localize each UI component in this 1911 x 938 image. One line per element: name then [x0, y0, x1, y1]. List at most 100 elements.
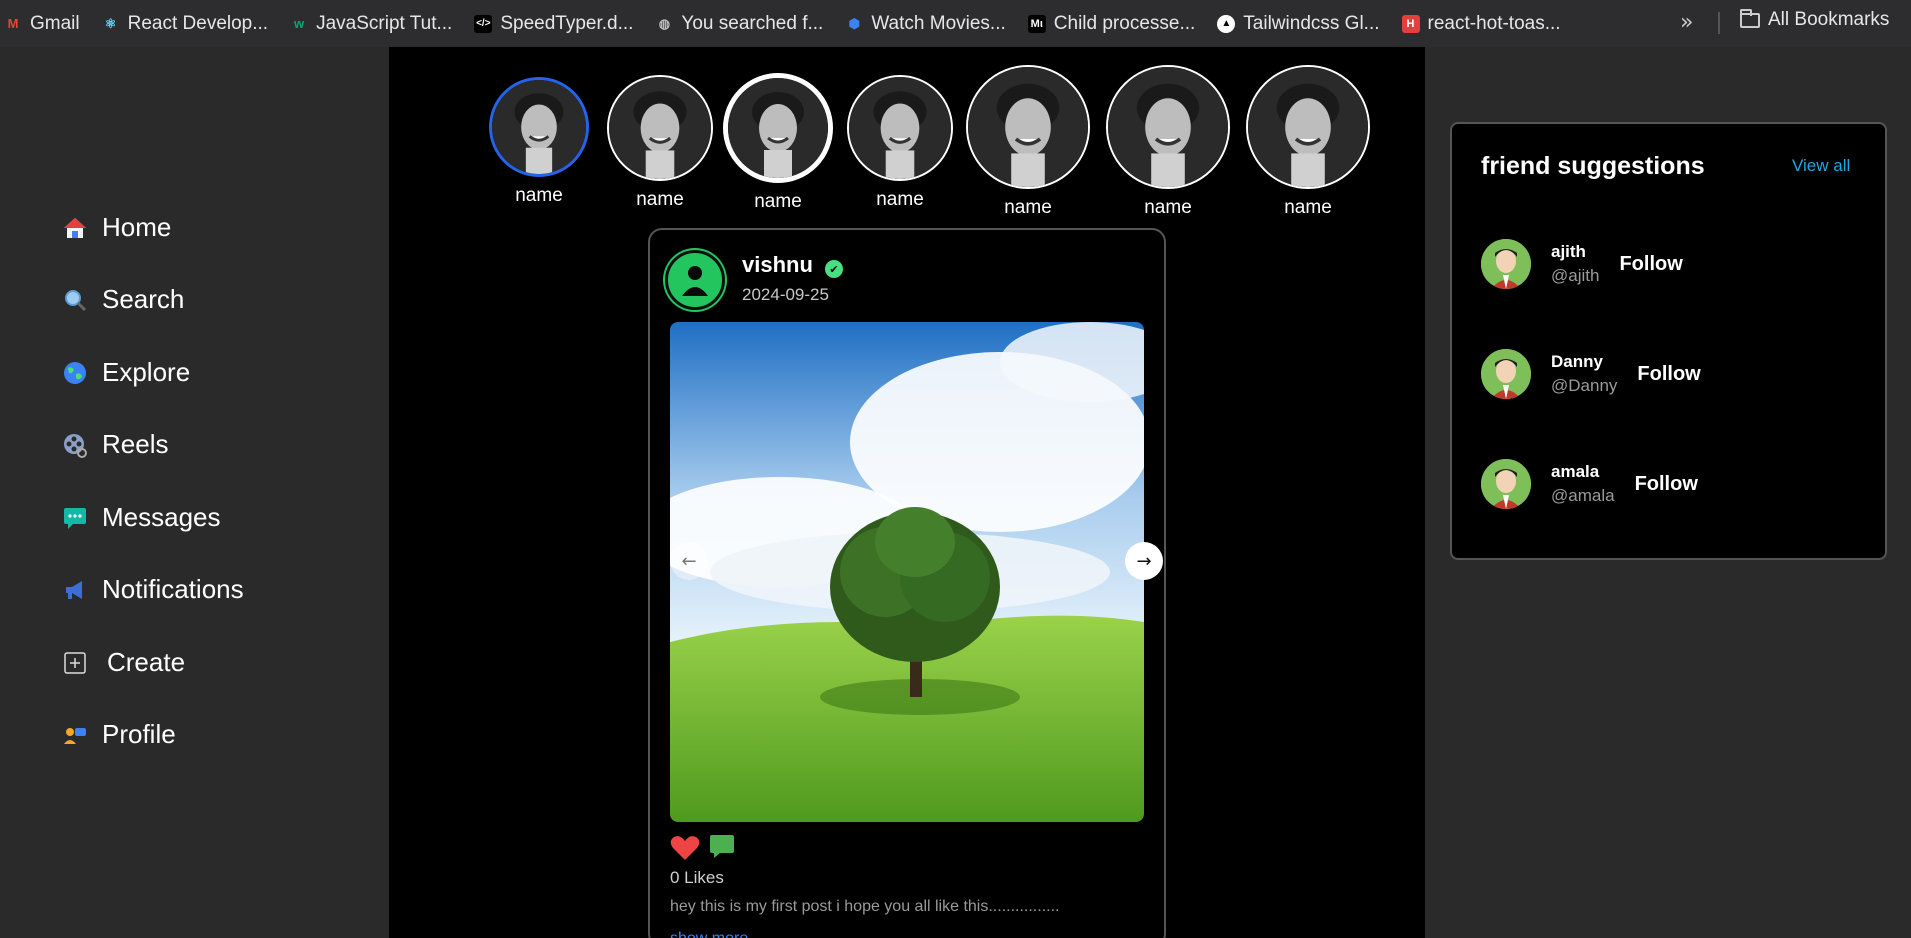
bookmark-gmail[interactable]: M Gmail	[4, 13, 80, 35]
suggestion-info: amala @amala	[1551, 462, 1615, 506]
post-username[interactable]: vishnu	[742, 252, 813, 278]
bookmark-label: react-hot-toas...	[1427, 12, 1561, 34]
carousel-prev-button[interactable]: ←	[670, 542, 708, 580]
story-name: name	[515, 185, 563, 206]
megaphone-icon	[62, 577, 88, 603]
suggestion-name: amala	[1551, 462, 1600, 481]
story-name: name	[876, 189, 924, 210]
story[interactable]: name	[1246, 65, 1370, 219]
bookmark-javascript[interactable]: w JavaScript Tut...	[290, 13, 452, 35]
suggestion-handle: @ajith	[1551, 266, 1600, 285]
comment-icon[interactable]	[708, 832, 736, 864]
avatar[interactable]	[1481, 459, 1531, 509]
story-name: name	[754, 191, 802, 212]
follow-button[interactable]: Follow	[1637, 363, 1700, 386]
sidebar-item-profile[interactable]: Profile	[62, 719, 176, 750]
bookmark-label: React Develop...	[127, 12, 269, 34]
sidebar-item-explore[interactable]: Explore	[62, 357, 190, 388]
search-icon	[62, 287, 88, 313]
bookmark-label: Watch Movies...	[871, 12, 1006, 34]
story-avatar	[966, 65, 1090, 189]
story-avatar	[1106, 65, 1230, 189]
medium-icon: Mι	[1027, 14, 1046, 33]
all-bookmarks-label: All Bookmarks	[1768, 9, 1890, 30]
bookmark-tailwind[interactable]: ▲ Tailwindcss Gl...	[1217, 12, 1380, 35]
film-reel-icon	[62, 432, 88, 458]
sidebar-item-search[interactable]: Search	[62, 284, 184, 315]
post-date: 2024-09-25	[742, 285, 829, 304]
bookmark-label: Child processe...	[1053, 12, 1196, 34]
bookmark-react[interactable]: ⚛ React Develop...	[102, 13, 268, 35]
post-author-avatar[interactable]	[665, 250, 725, 310]
sidebar-item-reels[interactable]: Reels	[62, 429, 168, 460]
bookmark-label: You searched f...	[681, 12, 824, 34]
bookmark-label: JavaScript Tut...	[316, 12, 453, 34]
story-avatar	[607, 75, 713, 181]
bookmark-label: SpeedTyper.d...	[500, 12, 634, 34]
bookmark-label: Tailwindcss Gl...	[1243, 12, 1380, 34]
like-heart-icon[interactable]	[670, 835, 700, 865]
friend-suggestions-card: friend suggestions View all ajith @ajith…	[1450, 122, 1887, 560]
sidebar-item-label: Search	[102, 284, 185, 314]
bookmark-label: Gmail	[30, 12, 80, 34]
story[interactable]: name	[723, 73, 833, 213]
feed: name name name name name name name vishn…	[389, 47, 1425, 938]
story[interactable]: name	[1106, 65, 1230, 219]
hot-toast-icon: H	[1401, 14, 1420, 33]
arrow-right-icon: →	[1136, 550, 1152, 572]
story-name: name	[636, 189, 684, 210]
story[interactable]: name	[847, 75, 953, 211]
suggestion-name: ajith	[1551, 242, 1586, 261]
sidebar-item-messages[interactable]: Messages	[62, 502, 221, 533]
folder-icon	[1740, 8, 1760, 28]
post-caption: hey this is my first post i hope you all…	[670, 898, 1060, 915]
show-more-link[interactable]: show more	[670, 930, 748, 938]
right-panel: friend suggestions View all ajith @ajith…	[1425, 47, 1911, 938]
post-image[interactable]	[670, 322, 1144, 822]
suggestion-info: ajith @ajith	[1551, 242, 1599, 286]
bookmark-child-processes[interactable]: Mι Child processe...	[1027, 12, 1196, 35]
more-bookmarks-button[interactable]: »	[1680, 10, 1693, 35]
avatar[interactable]	[1481, 349, 1531, 399]
suggestion-row: Danny @Danny Follow	[1481, 349, 1701, 399]
bookmark-search[interactable]: ◍ You searched f...	[655, 12, 824, 35]
code-icon: </>	[474, 14, 493, 33]
suggestion-handle: @amala	[1551, 486, 1615, 505]
arrow-left-icon: ←	[681, 550, 697, 572]
friend-suggestions-title: friend suggestions	[1481, 152, 1705, 180]
sidebar-item-notifications[interactable]: Notifications	[62, 574, 244, 605]
avatar[interactable]	[1481, 239, 1531, 289]
globe-icon: ◍	[658, 15, 671, 31]
sidebar-item-label: Reels	[102, 429, 169, 459]
bookmark-movies[interactable]: ⬢ Watch Movies...	[845, 12, 1006, 35]
chat-icon	[62, 505, 88, 531]
story[interactable]: name	[966, 65, 1090, 219]
verified-badge-icon: ✔	[825, 260, 843, 278]
sidebar-item-create[interactable]: Create	[62, 647, 185, 678]
follow-button[interactable]: Follow	[1635, 473, 1698, 496]
story[interactable]: name	[607, 75, 713, 211]
sidebar-item-label: Home	[102, 212, 172, 242]
story-avatar	[489, 77, 589, 177]
sidebar-item-label: Explore	[102, 357, 191, 387]
sidebar-item-home[interactable]: Home	[62, 212, 171, 243]
story-name: name	[1284, 197, 1332, 218]
story-name: name	[1144, 197, 1192, 218]
view-all-link[interactable]: View all	[1792, 156, 1850, 176]
triangle-icon: ▲	[1217, 14, 1236, 33]
sidebar-item-label: Create	[107, 647, 186, 677]
follow-button[interactable]: Follow	[1619, 253, 1682, 276]
bookmarks-bar: M Gmail ⚛ React Develop... w JavaScript …	[0, 0, 1911, 47]
bookmark-speedtyper[interactable]: </> SpeedTyper.d...	[474, 13, 633, 35]
all-bookmarks-button[interactable]: All Bookmarks	[1740, 8, 1890, 31]
likes-count: 0 Likes	[670, 868, 724, 887]
globe-icon	[62, 360, 88, 386]
profile-icon	[62, 722, 88, 748]
carousel-next-button[interactable]: →	[1125, 542, 1163, 580]
home-icon	[62, 215, 88, 241]
bookmark-hot-toast[interactable]: H react-hot-toas...	[1401, 12, 1561, 35]
story[interactable]: name	[489, 77, 589, 207]
plus-square-icon	[62, 650, 88, 676]
suggestion-name: Danny	[1551, 352, 1603, 371]
shield-icon: ⬢	[848, 15, 860, 31]
